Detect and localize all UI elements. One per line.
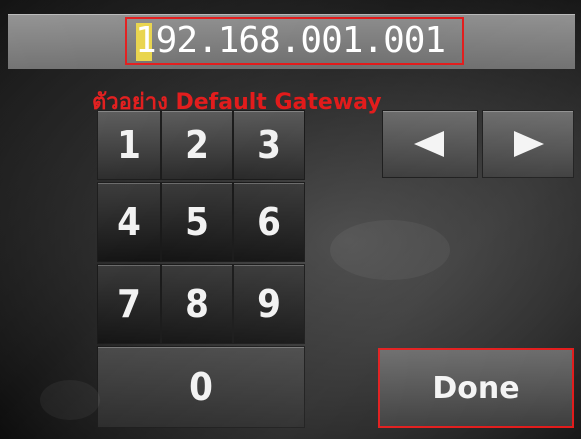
right-arrow-icon [514,131,544,157]
key-1[interactable]: 1 [97,110,161,180]
key-9[interactable]: 9 [233,264,305,344]
lcd-screen: 192.168.001.001 ตัวอย่าง Default Gateway… [0,0,581,439]
key-0[interactable]: 0 [97,346,305,428]
cursor-left-button[interactable] [382,110,478,178]
key-7[interactable]: 7 [97,264,161,344]
screen-smudge [330,220,450,280]
key-4[interactable]: 4 [97,182,161,262]
cursor-right-button[interactable] [482,110,574,178]
done-button[interactable]: Done [378,348,574,428]
key-3[interactable]: 3 [233,110,305,180]
key-8[interactable]: 8 [161,264,233,344]
left-arrow-icon [414,131,444,157]
highlight-box-ip [125,17,464,65]
key-5[interactable]: 5 [161,182,233,262]
screen-smudge [40,380,100,420]
key-6[interactable]: 6 [233,182,305,262]
key-2[interactable]: 2 [161,110,233,180]
